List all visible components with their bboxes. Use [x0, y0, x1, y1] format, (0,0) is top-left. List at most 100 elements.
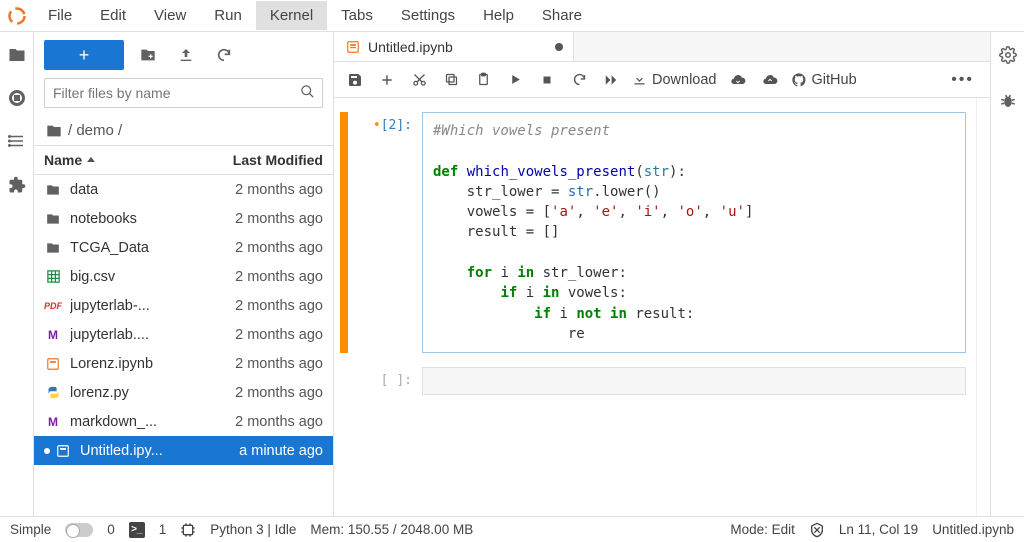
cell-gutter: [340, 367, 348, 395]
menu-bar: FileEditViewRunKernelTabsSettingsHelpSha…: [0, 0, 1024, 32]
tab-untitled[interactable]: Untitled.ipynb: [334, 32, 574, 61]
cut-icon[interactable]: [408, 69, 430, 91]
download-icon: [632, 72, 647, 87]
interrupt-icon[interactable]: [536, 69, 558, 91]
github-button[interactable]: GitHub: [791, 72, 857, 88]
file-row[interactable]: data2 months ago: [34, 175, 333, 204]
file-list: data2 months agonotebooks2 months agoTCG…: [34, 175, 333, 516]
file-row[interactable]: Mmarkdown_...2 months ago: [34, 407, 333, 436]
tab-dirty-indicator: [555, 43, 563, 51]
status-memory: Mem: 150.55 / 2048.00 MB: [310, 522, 473, 537]
col-modified-header[interactable]: Last Modified: [203, 146, 333, 174]
simple-mode-toggle[interactable]: [65, 523, 93, 537]
file-row[interactable]: Lorenz.ipynb2 months ago: [34, 349, 333, 378]
file-name: big.csv: [70, 269, 203, 285]
terminal-icon: >_: [129, 522, 145, 538]
trust-icon[interactable]: [809, 522, 825, 538]
notebook-panel: Untitled.ipynb Download: [334, 32, 990, 516]
status-simple-label: Simple: [10, 522, 51, 537]
file-modified: 2 months ago: [203, 269, 323, 285]
file-name: markdown_...: [70, 414, 203, 430]
py-icon: [44, 385, 62, 400]
run-icon[interactable]: [504, 69, 526, 91]
breadcrumb-path: / demo /: [68, 122, 122, 139]
folder-icon: [44, 183, 62, 197]
col-name-header[interactable]: Name: [34, 146, 203, 174]
menu-tabs[interactable]: Tabs: [327, 1, 387, 30]
debugger-icon[interactable]: [999, 92, 1017, 110]
file-name: TCGA_Data: [70, 240, 203, 256]
menu-file[interactable]: File: [34, 1, 86, 30]
file-row[interactable]: lorenz.py2 months ago: [34, 378, 333, 407]
copy-icon[interactable]: [440, 69, 462, 91]
status-kernels-count[interactable]: 1: [159, 522, 167, 537]
new-folder-icon[interactable]: [134, 41, 162, 69]
code-editor[interactable]: #Which vowels present def which_vowels_p…: [422, 112, 966, 353]
activity-bar-left: [0, 32, 34, 516]
csv-icon: [44, 269, 62, 284]
notebook-toolbar: Download GitHub •••: [334, 62, 990, 98]
running-icon[interactable]: [9, 90, 25, 106]
activity-bar-right: [990, 32, 1024, 516]
menu-run[interactable]: Run: [200, 1, 256, 30]
code-cell-active[interactable]: •[2]:#Which vowels present def which_vow…: [340, 112, 966, 353]
menu-help[interactable]: Help: [469, 1, 528, 30]
save-icon[interactable]: [344, 69, 366, 91]
file-row[interactable]: notebooks2 months ago: [34, 204, 333, 233]
cloud-download-icon[interactable]: [727, 69, 749, 91]
status-kernel[interactable]: Python 3 | Idle: [210, 522, 296, 537]
menu-settings[interactable]: Settings: [387, 1, 469, 30]
menu-kernel[interactable]: Kernel: [256, 1, 327, 30]
scrollbar-track[interactable]: [976, 98, 990, 516]
code-editor[interactable]: [422, 367, 966, 395]
file-modified: 2 months ago: [203, 182, 323, 198]
code-cell-idle[interactable]: [ ]:: [340, 367, 966, 395]
file-name: jupyterlab....: [70, 327, 203, 343]
status-cursor-pos[interactable]: Ln 11, Col 19: [839, 522, 918, 537]
extensions-icon[interactable]: [8, 176, 26, 194]
nb-icon: [54, 444, 72, 458]
tab-bar: Untitled.ipynb: [334, 32, 990, 62]
property-inspector-icon[interactable]: [999, 46, 1017, 64]
dirty-dot-icon: [44, 448, 50, 454]
search-icon: [300, 84, 315, 99]
upload-icon[interactable]: [172, 41, 200, 69]
folder-icon: [44, 212, 62, 226]
file-modified: 2 months ago: [203, 298, 323, 314]
status-terminals-count[interactable]: 0: [107, 522, 115, 537]
download-button[interactable]: Download: [632, 72, 717, 88]
restart-run-all-icon[interactable]: [600, 69, 622, 91]
file-row[interactable]: TCGA_Data2 months ago: [34, 233, 333, 262]
file-row[interactable]: Untitled.ipy...a minute ago: [34, 436, 333, 465]
status-mode: Mode: Edit: [730, 522, 795, 537]
file-browser-toolbar: +: [34, 32, 333, 78]
notebook-body: •[2]:#Which vowels present def which_vow…: [334, 98, 990, 516]
new-launcher-button[interactable]: +: [44, 40, 124, 70]
file-row[interactable]: big.csv2 months ago: [34, 262, 333, 291]
pdf-icon: PDF: [44, 301, 62, 311]
refresh-icon[interactable]: [210, 41, 238, 69]
jupyter-logo[interactable]: [0, 6, 34, 26]
file-name: Lorenz.ipynb: [70, 356, 203, 372]
insert-cell-icon[interactable]: [376, 69, 398, 91]
kernel-usage-icon: [180, 522, 196, 538]
file-modified: 2 months ago: [203, 356, 323, 372]
menu-view[interactable]: View: [140, 1, 200, 30]
file-row[interactable]: PDFjupyterlab-...2 months ago: [34, 291, 333, 320]
md-icon: M: [44, 415, 62, 429]
restart-icon[interactable]: [568, 69, 590, 91]
filter-files-input[interactable]: [44, 78, 323, 108]
menu-edit[interactable]: Edit: [86, 1, 140, 30]
file-row[interactable]: Mjupyterlab....2 months ago: [34, 320, 333, 349]
menu-share[interactable]: Share: [528, 1, 596, 30]
paste-icon[interactable]: [472, 69, 494, 91]
folder-icon[interactable]: [8, 46, 26, 64]
breadcrumb[interactable]: / demo /: [34, 116, 333, 146]
file-list-header: Name Last Modified: [34, 146, 333, 175]
cloud-upload-icon[interactable]: [759, 69, 781, 91]
file-modified: 2 months ago: [203, 385, 323, 401]
file-name: notebooks: [70, 211, 203, 227]
more-icon[interactable]: •••: [945, 71, 980, 89]
cell-gutter: [340, 112, 348, 353]
toc-icon[interactable]: [8, 132, 26, 150]
